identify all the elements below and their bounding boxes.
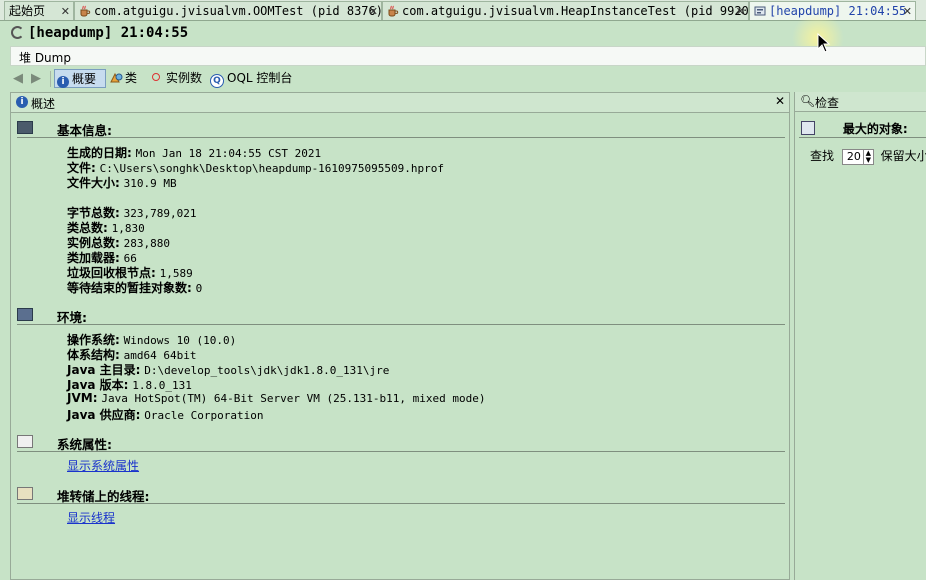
system-icon [17, 308, 33, 321]
document-tab-strip: 起始页 ✕ com.atguigu.jvisualvm.OOMTest (pid… [0, 0, 926, 21]
instances-button[interactable]: 实例数 [148, 69, 208, 88]
info-value: Java HotSpot(TM) 64-Bit Server VM (25.13… [101, 392, 486, 405]
threads-icon [17, 487, 33, 500]
show-system-properties-link[interactable]: 显示系统属性 [67, 457, 139, 474]
oql-icon: Q [210, 74, 224, 88]
inspect-panel: 🔍︎ 检查 最大的对象: 查找 20 ▲ ▼ 保留大小 [794, 92, 926, 580]
section-header: 系统属性: [17, 435, 785, 452]
close-icon[interactable]: ✕ [736, 2, 745, 20]
environment-section: 环境: [17, 308, 785, 325]
info-icon: i [57, 76, 69, 88]
inspect-heading-row: 最大的对象: [801, 120, 908, 137]
section-title: 系统属性: [57, 437, 112, 452]
classes-label: 类 [125, 71, 138, 85]
info-row: 等待结束的暂挂对象数: 0 [67, 279, 202, 296]
info-label: 文件: [67, 161, 96, 175]
info-value: 310.9 MB [123, 177, 177, 190]
info-label: 生成的日期: [67, 146, 132, 160]
page-title: [heapdump] 21:04:55 [28, 25, 189, 41]
classes-icon [110, 72, 123, 83]
tab-label: com.atguigu.jvisualvm.HeapInstanceTest (… [402, 4, 749, 18]
section-header: 堆转储上的线程: [17, 487, 785, 504]
info-label: JVM: [67, 391, 98, 405]
oql-console-button[interactable]: Q OQL 控制台 [208, 69, 298, 88]
overview-panel-header: i 概述 ✕ [11, 93, 789, 113]
close-icon[interactable]: ✕ [61, 2, 70, 20]
close-icon[interactable]: ✕ [369, 2, 378, 20]
computer-icon [17, 121, 33, 134]
subtab-label: 堆 Dump [19, 51, 71, 65]
inspect-panel-header: 🔍︎ 检查 [795, 92, 926, 112]
inspect-divider [799, 137, 926, 138]
find-row: 查找 20 ▲ ▼ 保留大小 [810, 147, 926, 165]
threads-section: 堆转储上的线程: [17, 487, 785, 504]
info-icon: i [16, 96, 28, 108]
find-count-spinner[interactable]: 20 ▲ ▼ [841, 148, 874, 165]
tab-label: com.atguigu.jvisualvm.OOMTest (pid 8376) [94, 4, 382, 18]
info-label: 垃圾回收根节点: [67, 266, 156, 280]
close-icon[interactable]: ✕ [775, 94, 785, 108]
inspect-panel-title: 检查 [815, 96, 840, 110]
document-header: [heapdump] 21:04:55 [0, 22, 926, 44]
spinner-arrows-icon[interactable]: ▲ ▼ [862, 149, 873, 164]
info-label: Java 主目录: [67, 363, 141, 377]
info-row: JVM: Java HotSpot(TM) 64-Bit Server VM (… [67, 391, 485, 405]
close-icon[interactable]: ✕ [903, 2, 912, 20]
search-icon [801, 121, 815, 135]
info-label: 类总数: [67, 221, 108, 235]
forward-arrow-icon[interactable]: ▶ [31, 71, 41, 86]
heapdump-icon [754, 6, 766, 16]
system-properties-section: 系统属性: [17, 435, 785, 452]
java-cup-icon [80, 5, 91, 17]
toolbar-separator [50, 71, 51, 87]
subtab-heap-dump[interactable]: 堆 Dump [10, 46, 926, 66]
tab-heapinstancetest[interactable]: com.atguigu.jvisualvm.HeapInstanceTest (… [382, 1, 749, 20]
classes-button[interactable]: 类 [108, 69, 148, 88]
section-header: 环境: [17, 308, 785, 325]
instances-label: 实例数 [166, 71, 203, 85]
info-value: Oracle Corporation [144, 409, 264, 422]
oql-label: OQL 控制台 [227, 71, 293, 85]
info-label: 字节总数: [67, 206, 120, 220]
find-count-value: 20 [846, 149, 861, 163]
info-label: 操作系统: [67, 333, 120, 347]
show-threads-link[interactable]: 显示线程 [67, 509, 115, 526]
refresh-icon [11, 26, 24, 39]
info-label: 等待结束的暂挂对象数: [67, 281, 192, 295]
info-row: Java 供应商: Oracle Corporation [67, 406, 264, 423]
tab-start-page[interactable]: 起始页 ✕ [4, 1, 74, 20]
section-title: 环境: [57, 310, 87, 325]
overview-panel: i 概述 ✕ 基本信息: 生成的日期: Mon Jan 18 21:04:55 … [10, 92, 790, 580]
info-label: 体系结构: [67, 348, 120, 362]
inspect-heading: 最大的对象: [842, 122, 908, 136]
section-header: 基本信息: [17, 121, 785, 138]
info-value: 0 [195, 282, 203, 295]
instances-icon [152, 73, 160, 81]
basic-info-section: 基本信息: [17, 121, 785, 138]
document-icon [17, 435, 33, 448]
section-title: 堆转储上的线程: [57, 489, 150, 504]
info-row: 文件大小: 310.9 MB [67, 174, 177, 191]
view-toolbar: ◀ ▶ i 概要 类 实例数 Q OQL 控制台 [10, 68, 926, 90]
section-title: 基本信息: [57, 123, 112, 138]
overview-panel-title: 概述 [31, 97, 56, 111]
tab-label: [heapdump] 21:04:55 [769, 4, 907, 18]
tab-label: 起始页 [9, 4, 46, 18]
tab-oomtest[interactable]: com.atguigu.jvisualvm.OOMTest (pid 8376)… [74, 1, 382, 20]
info-label: 类加载器: [67, 251, 120, 265]
back-arrow-icon[interactable]: ◀ [13, 71, 23, 86]
overview-label: 概要 [72, 72, 97, 86]
overview-button[interactable]: i 概要 [54, 69, 106, 88]
info-label: 实例总数: [67, 236, 120, 250]
magnifier-icon: 🔍︎ [800, 94, 816, 108]
info-label: 文件大小: [67, 176, 120, 190]
java-cup-icon [388, 5, 399, 17]
find-label: 查找 [810, 149, 835, 163]
info-label: Java 版本: [67, 378, 129, 392]
retain-size-label: 保留大小 [880, 149, 926, 163]
info-label: Java 供应商: [67, 408, 141, 422]
mouse-cursor-icon [817, 33, 831, 53]
